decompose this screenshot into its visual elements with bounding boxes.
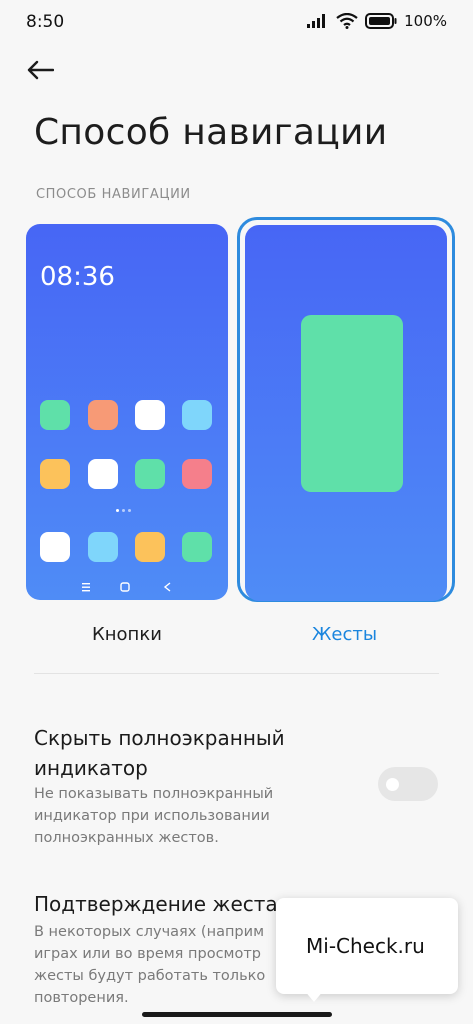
hide-indicator-description: Не показывать полноэкранный индикатор пр… [34, 783, 273, 849]
battery-percentage: 100% [404, 12, 447, 30]
app-icon [88, 400, 118, 430]
desc-line: играх или во время просмотр [34, 946, 262, 962]
status-bar: 8:50 100% [0, 0, 473, 44]
app-icon [135, 459, 165, 489]
app-icon [182, 400, 212, 430]
desc-line: полноэкранных жестов. [34, 830, 219, 846]
option-gestures-preview[interactable] [245, 225, 447, 601]
page-indicator [116, 509, 131, 512]
option-buttons-preview[interactable]: 08:36 [26, 224, 228, 600]
app-icon [88, 459, 118, 489]
watermark-text: Mi-Check.ru [306, 934, 425, 958]
hide-indicator-toggle[interactable] [378, 767, 438, 801]
menu-icon [82, 583, 90, 592]
watermark-tail [304, 990, 324, 1002]
option-gestures-label[interactable]: Жесты [312, 624, 377, 645]
desc-line: В некоторых случаях (наприм [34, 924, 265, 940]
home-indicator[interactable] [142, 1012, 332, 1017]
divider [34, 673, 439, 674]
home-square-icon [120, 582, 130, 592]
app-icon [135, 400, 165, 430]
signal-icon [307, 14, 326, 28]
watermark-bubble: Mi-Check.ru [276, 898, 458, 994]
desc-line: повторения. [34, 990, 129, 1006]
dock-icon [40, 532, 70, 562]
status-icons: 100% [307, 12, 447, 30]
gesture-confirmation-title[interactable]: Подтверждение жеста [34, 889, 278, 919]
desc-line: жесты будут работать только [34, 968, 266, 984]
app-icon [40, 400, 70, 430]
desc-line: индикатор при использовании [34, 808, 270, 824]
dock-icon [135, 532, 165, 562]
desc-line: Не показывать полноэкранный [34, 786, 274, 802]
back-button[interactable] [26, 52, 66, 88]
preview-nav-bar [82, 582, 171, 592]
wifi-icon [336, 13, 358, 29]
app-icon [40, 459, 70, 489]
back-chevron-icon [163, 582, 171, 592]
preview-clock: 08:36 [40, 262, 115, 292]
toggle-knob [386, 778, 399, 791]
page-title: Способ навигации [34, 112, 388, 153]
gesture-app-shape [301, 315, 403, 492]
hide-indicator-title-line2: индикатор [34, 756, 148, 780]
dock-icon [88, 532, 118, 562]
app-icon [182, 459, 212, 489]
back-arrow-icon [27, 60, 54, 80]
option-buttons-label[interactable]: Кнопки [92, 624, 162, 645]
dock-icon [182, 532, 212, 562]
battery-icon [365, 13, 397, 29]
hide-indicator-title-line1: Скрыть полноэкранный [34, 726, 285, 750]
section-label: СПОСОБ НАВИГАЦИИ [36, 187, 191, 202]
hide-indicator-title[interactable]: Скрыть полноэкранный индикатор [34, 723, 285, 783]
gesture-confirmation-description: В некоторых случаях (наприм играх или во… [34, 921, 265, 1009]
status-time: 8:50 [26, 12, 65, 32]
